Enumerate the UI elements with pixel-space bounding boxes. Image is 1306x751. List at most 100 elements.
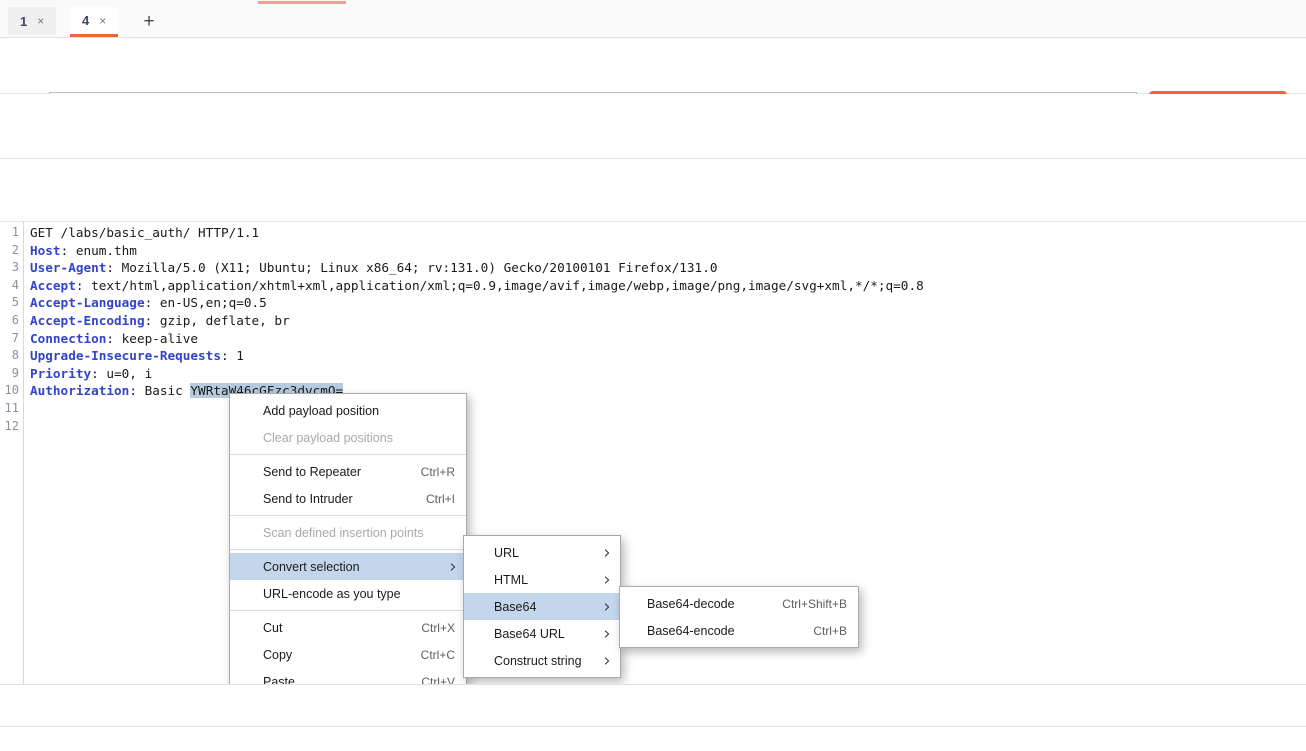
convert-item-construct-string[interactable]: Construct string <box>464 647 620 674</box>
convert-item-html[interactable]: HTML <box>464 566 620 593</box>
line-number: 6 <box>0 313 19 327</box>
editor-bottom-bar: ? Search <box>0 684 1306 727</box>
header-name: Accept <box>30 278 76 293</box>
line-number: 7 <box>0 331 19 345</box>
menu-item-shortcut: Ctrl+B <box>813 624 847 638</box>
convert-item-base64[interactable]: Base64 <box>464 593 620 620</box>
attack-tab-4[interactable]: 4 × <box>70 7 118 37</box>
menu-item-url-encode-as-you-type[interactable]: URL-encode as you type <box>230 580 466 607</box>
menu-item-shortcut: Ctrl+Shift+B <box>782 597 847 611</box>
new-tab-button[interactable]: + <box>136 9 162 33</box>
menu-item-cut[interactable]: Cut Ctrl+X <box>230 614 466 641</box>
line-number: 1 <box>0 225 19 239</box>
status-bar: Event log (1) All issues <box>0 726 1306 751</box>
request-line[interactable]: User-Agent: Mozilla/5.0 (X11; Ubuntu; Li… <box>30 260 717 275</box>
attack-type-row: ? Sniper attack Start attack <box>0 38 1306 94</box>
chevron-right-icon <box>603 576 611 584</box>
menu-item-clear-payload-positions: Clear payload positions <box>230 424 466 451</box>
chevron-right-icon <box>603 603 611 611</box>
menu-item-send-to-intruder[interactable]: Send to Intruder Ctrl+I <box>230 485 466 512</box>
header-value: : enum.thm <box>61 243 137 258</box>
menu-item-shortcut: Ctrl+I <box>426 492 455 506</box>
header-name: Accept-Language <box>30 295 145 310</box>
line-number: 12 <box>0 419 19 433</box>
header-value: : text/html,application/xhtml+xml,applic… <box>76 278 924 293</box>
request-line[interactable]: Priority: u=0, i <box>30 366 152 381</box>
target-row: Target http://enum.thm Update Host heade… <box>0 94 1306 159</box>
menu-item-label: Copy <box>263 648 292 662</box>
menu-item-scan-defined-insertion-points: Scan defined insertion points <box>230 519 466 546</box>
base64-item-base64-encode[interactable]: Base64-encodeCtrl+B <box>620 617 858 644</box>
header-name: Host <box>30 243 61 258</box>
header-name: User-Agent <box>30 260 106 275</box>
chevron-right-icon <box>603 657 611 665</box>
menu-item-label: Construct string <box>494 654 582 668</box>
header-name: Accept-Encoding <box>30 313 145 328</box>
menu-item-label: Base64-decode <box>647 597 735 611</box>
base64-item-base64-decode[interactable]: Base64-decode Ctrl+Shift+B <box>620 590 858 617</box>
menu-item-label: Send to Repeater <box>263 465 361 479</box>
attack-tab-1[interactable]: 1 × <box>8 7 56 35</box>
convert-item-base64-url[interactable]: Base64 URL <box>464 620 620 647</box>
chevron-right-icon <box>603 630 611 638</box>
line-number: 5 <box>0 295 19 309</box>
menu-item-label: URL <box>494 546 519 560</box>
header-value: : keep-alive <box>106 331 198 346</box>
menu-item-label: Add payload position <box>263 404 379 418</box>
request-line[interactable]: Connection: keep-alive <box>30 331 198 346</box>
menu-separator <box>230 549 466 550</box>
convert-selection-submenu[interactable]: URL HTML Base64 Base64 URL Construct string <box>463 535 621 678</box>
menu-item-label: Cut <box>263 621 282 635</box>
menu-item-shortcut: Ctrl+R <box>421 465 455 479</box>
line-number: 3 <box>0 260 19 274</box>
attack-tab-bar: 1 × 4 × + <box>0 4 1306 38</box>
request-line[interactable]: Accept-Language: en-US,en;q=0.5 <box>30 295 267 310</box>
chevron-right-icon <box>603 549 611 557</box>
header-name: Connection <box>30 331 106 346</box>
menu-separator <box>230 610 466 611</box>
base64-submenu[interactable]: Base64-decode Ctrl+Shift+B Base64-encodeCt… <box>619 586 859 648</box>
line-number: 9 <box>0 366 19 380</box>
menu-item-label: Send to Intruder <box>263 492 353 506</box>
close-icon[interactable]: × <box>99 14 106 28</box>
payload-position-buttons: Add § Clear § Auto § <box>0 159 1306 221</box>
header-name: Upgrade-Insecure-Requests <box>30 348 221 363</box>
request-line[interactable]: Accept-Encoding: gzip, deflate, br <box>30 313 290 328</box>
menu-item-label: HTML <box>494 573 528 587</box>
menu-item-label: Scan defined insertion points <box>263 526 424 540</box>
menu-separator <box>230 515 466 516</box>
menu-item-add-payload-position[interactable]: Add payload position <box>230 397 466 424</box>
header-value: : gzip, deflate, br <box>145 313 290 328</box>
context-menu[interactable]: Add payload position Clear payload positi… <box>229 393 467 699</box>
line-number: 2 <box>0 243 19 257</box>
header-value: : en-US,en;q=0.5 <box>145 295 267 310</box>
menu-item-label: Convert selection <box>263 560 360 574</box>
menu-item-label: Base64 URL <box>494 627 565 641</box>
header-name: Priority <box>30 366 91 381</box>
menu-item-convert-selection[interactable]: Convert selection <box>230 553 466 580</box>
request-line[interactable]: Host: enum.thm <box>30 243 137 258</box>
chevron-right-icon <box>449 563 457 571</box>
line-number-gutter: 123456789101112 <box>0 222 24 685</box>
burp-intruder-window: 1 × 4 × + ? Sniper attack Start attack T… <box>0 0 1306 751</box>
menu-item-copy[interactable]: Copy Ctrl+C <box>230 641 466 668</box>
line-number: 8 <box>0 348 19 362</box>
convert-item-url[interactable]: URL <box>464 539 620 566</box>
menu-item-shortcut: Ctrl+X <box>421 621 455 635</box>
menu-separator <box>230 454 466 455</box>
header-value: : Basic <box>129 383 190 398</box>
header-value: : 1 <box>221 348 244 363</box>
line-number: 11 <box>0 401 19 415</box>
line-number: 4 <box>0 278 19 292</box>
close-icon[interactable]: × <box>37 14 44 28</box>
header-value: GET /labs/basic_auth/ HTTP/1.1 <box>30 225 259 240</box>
menu-item-label: Clear payload positions <box>263 431 393 445</box>
menu-item-send-to-repeater[interactable]: Send to Repeater Ctrl+R <box>230 458 466 485</box>
header-value: : Mozilla/5.0 (X11; Ubuntu; Linux x86_64… <box>106 260 717 275</box>
attack-tab-4-label: 4 <box>82 13 89 28</box>
request-line[interactable]: GET /labs/basic_auth/ HTTP/1.1 <box>30 225 259 240</box>
request-line[interactable]: Upgrade-Insecure-Requests: 1 <box>30 348 244 363</box>
menu-item-shortcut: Ctrl+C <box>421 648 455 662</box>
request-line[interactable]: Accept: text/html,application/xhtml+xml,… <box>30 278 924 293</box>
attack-tab-1-label: 1 <box>20 14 27 29</box>
